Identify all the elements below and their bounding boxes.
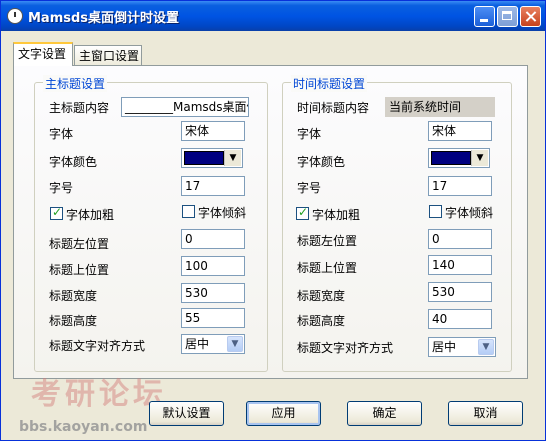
settings-window: Mamsds桌面倒计时设置 文字设置 主窗口设置 主标题设置 主标题内容 ___… <box>0 0 546 441</box>
main-height-label: 标题高度 <box>49 314 98 328</box>
chevron-down-icon[interactable]: ▼ <box>224 150 241 166</box>
time-top-label: 标题上位置 <box>297 261 358 275</box>
time-title-group-title: 时间标题设置 <box>291 75 368 92</box>
time-italic-checkbox[interactable] <box>429 205 442 218</box>
main-left-label: 标题左位置 <box>49 237 110 251</box>
time-width-field[interactable]: 530 <box>428 282 492 302</box>
cancel-button[interactable]: 取消 <box>448 401 523 426</box>
main-bold-label: 字体加粗 <box>66 208 115 222</box>
tab-text-settings[interactable]: 文字设置 <box>13 42 73 66</box>
time-font-field[interactable]: 宋体 <box>428 121 492 141</box>
main-align-select[interactable]: 居中 ▼ <box>181 334 245 354</box>
main-align-label: 标题文字对齐方式 <box>49 339 146 353</box>
time-width-label: 标题宽度 <box>297 289 346 303</box>
main-align-value: 居中 <box>185 337 210 351</box>
window-title: Mamsds桌面倒计时设置 <box>28 11 180 26</box>
time-align-value: 居中 <box>432 340 457 354</box>
time-bold-label: 字体加粗 <box>312 208 361 222</box>
watermark-url: bbs.kaoyan.com <box>19 419 148 435</box>
ok-button[interactable]: 确定 <box>347 401 422 426</box>
main-left-field[interactable]: 0 <box>181 229 245 249</box>
time-color-swatch <box>431 151 471 165</box>
main-color-label: 字体颜色 <box>49 155 98 169</box>
main-color-swatch <box>184 151 224 165</box>
main-size-label: 字号 <box>49 181 74 195</box>
main-font-field[interactable]: 宋体 <box>181 121 245 141</box>
main-italic-label: 字体倾斜 <box>198 206 247 220</box>
main-content-field[interactable]: ________Mamsds桌面倒计 <box>121 97 249 117</box>
tab-main-window-settings[interactable]: 主窗口设置 <box>74 45 142 67</box>
chevron-down-icon[interactable]: ▼ <box>478 339 494 355</box>
apply-button[interactable]: 应用 <box>246 401 321 426</box>
time-left-field[interactable]: 0 <box>428 229 492 249</box>
main-title-group-title: 主标题设置 <box>43 75 108 92</box>
main-width-field[interactable]: 530 <box>181 283 245 303</box>
main-color-picker[interactable]: ▼ <box>181 148 243 168</box>
time-align-label: 标题文字对齐方式 <box>297 341 394 355</box>
main-top-field[interactable]: 100 <box>181 256 245 276</box>
time-font-label: 字体 <box>297 127 322 141</box>
time-content-label: 时间标题内容 <box>297 101 370 115</box>
time-italic-label: 字体倾斜 <box>445 206 494 220</box>
time-align-select[interactable]: 居中 ▼ <box>428 337 496 357</box>
main-bold-checkbox[interactable] <box>50 205 63 220</box>
title-bar[interactable]: Mamsds桌面倒计时设置 <box>1 1 545 31</box>
chevron-down-icon[interactable]: ▼ <box>471 150 488 166</box>
time-content-field: 当前系统时间 <box>385 97 495 117</box>
time-bold-checkbox[interactable] <box>296 205 309 220</box>
main-height-field[interactable]: 55 <box>181 308 245 328</box>
chevron-down-icon[interactable]: ▼ <box>227 336 243 352</box>
time-height-label: 标题高度 <box>297 314 346 328</box>
watermark-logo: 考研论坛 <box>31 377 167 412</box>
tab-panel: 主标题设置 主标题内容 ________Mamsds桌面倒计 字体 宋体 字体颜… <box>13 65 528 379</box>
time-color-picker[interactable]: ▼ <box>428 148 490 168</box>
default-settings-button[interactable]: 默认设置 <box>149 401 224 426</box>
clock-icon <box>7 8 23 24</box>
time-height-field[interactable]: 40 <box>428 309 492 329</box>
time-size-field[interactable]: 17 <box>428 176 492 196</box>
main-top-label: 标题上位置 <box>49 263 110 277</box>
main-content-label: 主标题内容 <box>49 101 110 115</box>
main-width-label: 标题宽度 <box>49 289 98 303</box>
minimize-button[interactable] <box>474 6 495 27</box>
time-size-label: 字号 <box>297 181 322 195</box>
close-button[interactable] <box>520 6 541 27</box>
maximize-button[interactable] <box>497 6 518 27</box>
time-left-label: 标题左位置 <box>297 234 358 248</box>
main-font-label: 字体 <box>49 127 74 141</box>
main-italic-checkbox[interactable] <box>182 205 195 218</box>
time-top-field[interactable]: 140 <box>428 255 492 275</box>
main-size-field[interactable]: 17 <box>181 176 245 196</box>
time-color-label: 字体颜色 <box>297 155 346 169</box>
